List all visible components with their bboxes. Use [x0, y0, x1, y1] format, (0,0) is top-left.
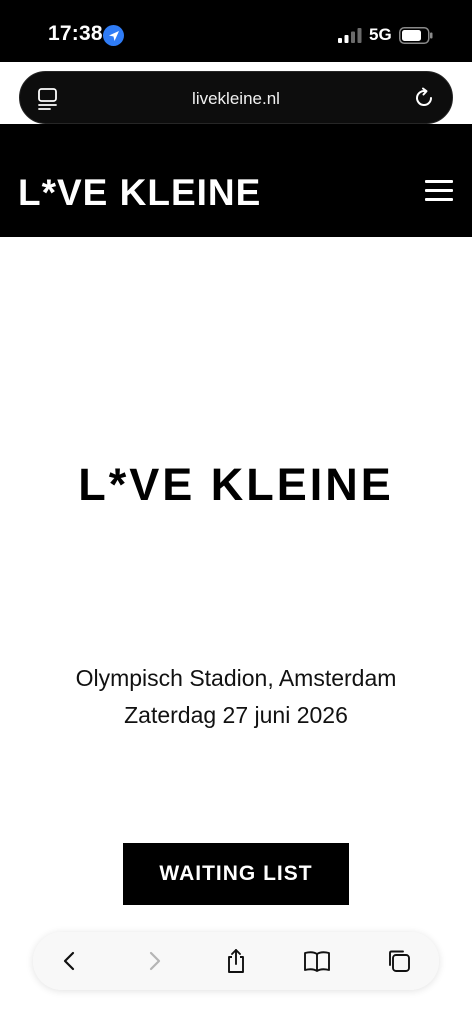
back-icon[interactable]: [56, 947, 84, 975]
network-type: 5G: [369, 25, 392, 44]
event-date: Zaterdag 27 juni 2026: [124, 702, 348, 728]
hamburger-menu-icon[interactable]: [425, 180, 453, 202]
status-bar: 17:38 5G: [0, 0, 472, 62]
url-text[interactable]: livekleine.nl: [20, 89, 452, 109]
site-header: L*VE KLEINE: [0, 124, 472, 237]
hero-logo: L*VE KLEINE: [78, 459, 394, 510]
location-arrow-icon: [103, 25, 124, 46]
battery-icon: [399, 27, 433, 44]
address-bar[interactable]: livekleine.nl: [19, 71, 453, 124]
share-icon[interactable]: [222, 947, 250, 975]
signal-icon: [338, 28, 362, 43]
waiting-list-button[interactable]: WAITING LIST: [123, 843, 349, 905]
status-time: 17:38: [48, 22, 103, 45]
reload-icon[interactable]: [412, 86, 436, 110]
bookmarks-icon[interactable]: [303, 947, 331, 975]
tabs-icon[interactable]: [385, 947, 413, 975]
event-venue: Olympisch Stadion, Amsterdam: [75, 665, 397, 691]
site-logo[interactable]: L*VE KLEINE: [18, 174, 261, 211]
browser-toolbar: [33, 932, 439, 990]
forward-icon[interactable]: [140, 947, 168, 975]
